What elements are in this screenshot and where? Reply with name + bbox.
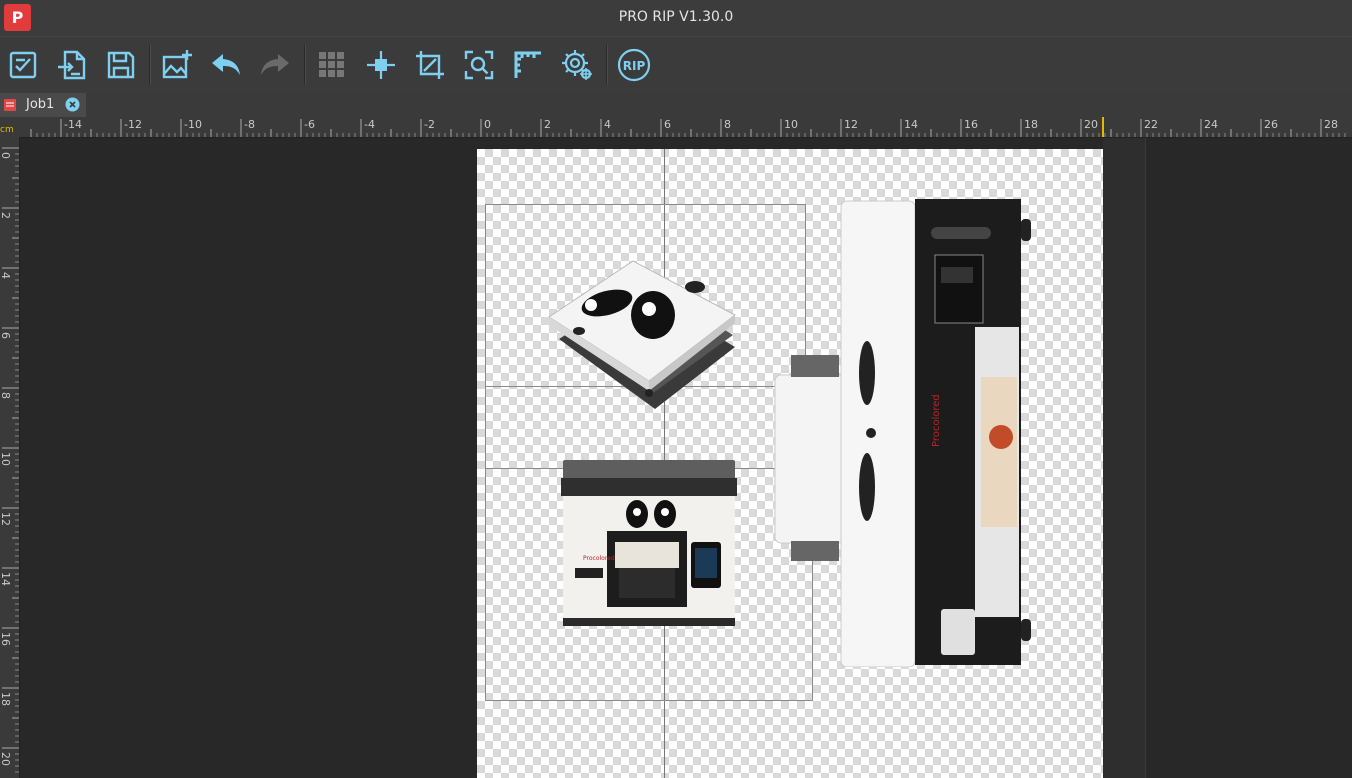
ruler-button[interactable]	[508, 45, 548, 85]
ruler-label: 12	[844, 118, 858, 131]
ruler-label: 16	[0, 632, 12, 646]
title-bar: P PRO RIP V1.30.0	[0, 0, 1352, 36]
tab-label: Job1	[26, 97, 55, 112]
tab-job1[interactable]: Job1	[0, 93, 86, 117]
grid-button[interactable]	[312, 45, 352, 85]
ruler-label: 22	[1144, 118, 1158, 131]
toolbar-separator	[304, 45, 306, 85]
svg-text:Procolored: Procolored	[583, 555, 615, 562]
ruler-label: 2	[0, 212, 12, 219]
svg-text:Procolored: Procolored	[931, 394, 942, 447]
ruler-label: 6	[664, 118, 671, 131]
zoom-fit-button[interactable]	[459, 45, 499, 85]
uv-printer-image[interactable]: Procolored	[561, 460, 737, 628]
add-image-button[interactable]	[157, 45, 197, 85]
ruler-label: -8	[244, 118, 255, 131]
dtf-printer-image[interactable]: Procolored	[773, 197, 1035, 667]
ruler-label: 20	[0, 752, 12, 766]
close-icon[interactable]	[65, 97, 80, 112]
grid-icon	[319, 52, 344, 77]
ruler-label: 26	[1264, 118, 1278, 131]
new-job-button[interactable]	[3, 45, 43, 85]
ruler-label: 4	[604, 118, 611, 131]
redo-button[interactable]	[255, 45, 295, 85]
vertical-ruler: 0 2 4 6 8 10 12 14 16 18 20	[0, 137, 20, 778]
toolbar-separator	[149, 45, 151, 85]
ruler-label: 20	[1084, 118, 1098, 131]
undo-icon	[212, 54, 240, 75]
print-page[interactable]: Procolored Procolored	[477, 149, 1103, 778]
save-icon	[107, 51, 135, 79]
horizontal-ruler: cm -14 -12 -10 -8 -6 -4 -2 0 2 4 6 8 10 12 14 16 18 20 22 2…	[0, 117, 1352, 138]
undo-button[interactable]	[206, 45, 246, 85]
ruler-label: 12	[0, 512, 12, 526]
svg-text:RIP: RIP	[623, 59, 646, 73]
ruler-label: 18	[0, 692, 12, 706]
crop-icon	[416, 51, 444, 79]
ruler-label: 10	[0, 452, 12, 466]
settings-button[interactable]	[557, 45, 597, 85]
ruler-label: -6	[304, 118, 315, 131]
redo-icon	[261, 54, 289, 75]
import-icon	[58, 50, 86, 80]
ruler-label: 18	[1024, 118, 1038, 131]
job-file-icon	[4, 99, 16, 111]
ruler-label: 6	[0, 332, 12, 339]
align-center-button[interactable]	[361, 45, 401, 85]
ruler-label: 2	[544, 118, 551, 131]
new-job-icon	[9, 51, 37, 79]
zoom-fit-icon	[464, 50, 494, 80]
ruler-label: 14	[0, 572, 12, 586]
rip-button[interactable]: RIP	[614, 45, 654, 85]
heat-press-image[interactable]	[545, 259, 737, 413]
import-button[interactable]	[52, 45, 92, 85]
add-image-icon	[162, 50, 192, 79]
ruler-label: -14	[64, 118, 82, 131]
window-title: PRO RIP V1.30.0	[618, 9, 734, 25]
ruler-icon	[514, 51, 541, 78]
ruler-label: 10	[784, 118, 798, 131]
rip-icon: RIP	[617, 48, 651, 82]
ruler-label: -4	[364, 118, 375, 131]
ruler-label: 8	[0, 392, 12, 399]
ruler-label: -10	[184, 118, 202, 131]
ruler-label: -2	[424, 118, 435, 131]
crop-button[interactable]	[410, 45, 450, 85]
ruler-label: 0	[484, 118, 491, 131]
settings-icon	[562, 50, 592, 80]
ruler-label: 0	[0, 152, 12, 159]
save-button[interactable]	[101, 45, 141, 85]
ruler-label: 24	[1204, 118, 1218, 131]
toolbar-separator	[606, 45, 608, 85]
ruler-label: 28	[1324, 118, 1338, 131]
align-center-icon	[367, 51, 395, 79]
ruler-label: 8	[724, 118, 731, 131]
page-margin-area	[1103, 138, 1146, 778]
ruler-label: -12	[124, 118, 142, 131]
ruler-label: 4	[0, 272, 12, 279]
toolbar: RIP	[0, 36, 1352, 94]
tab-bar: Job1	[0, 93, 1352, 117]
ruler-label: 14	[904, 118, 918, 131]
ruler-label: 16	[964, 118, 978, 131]
